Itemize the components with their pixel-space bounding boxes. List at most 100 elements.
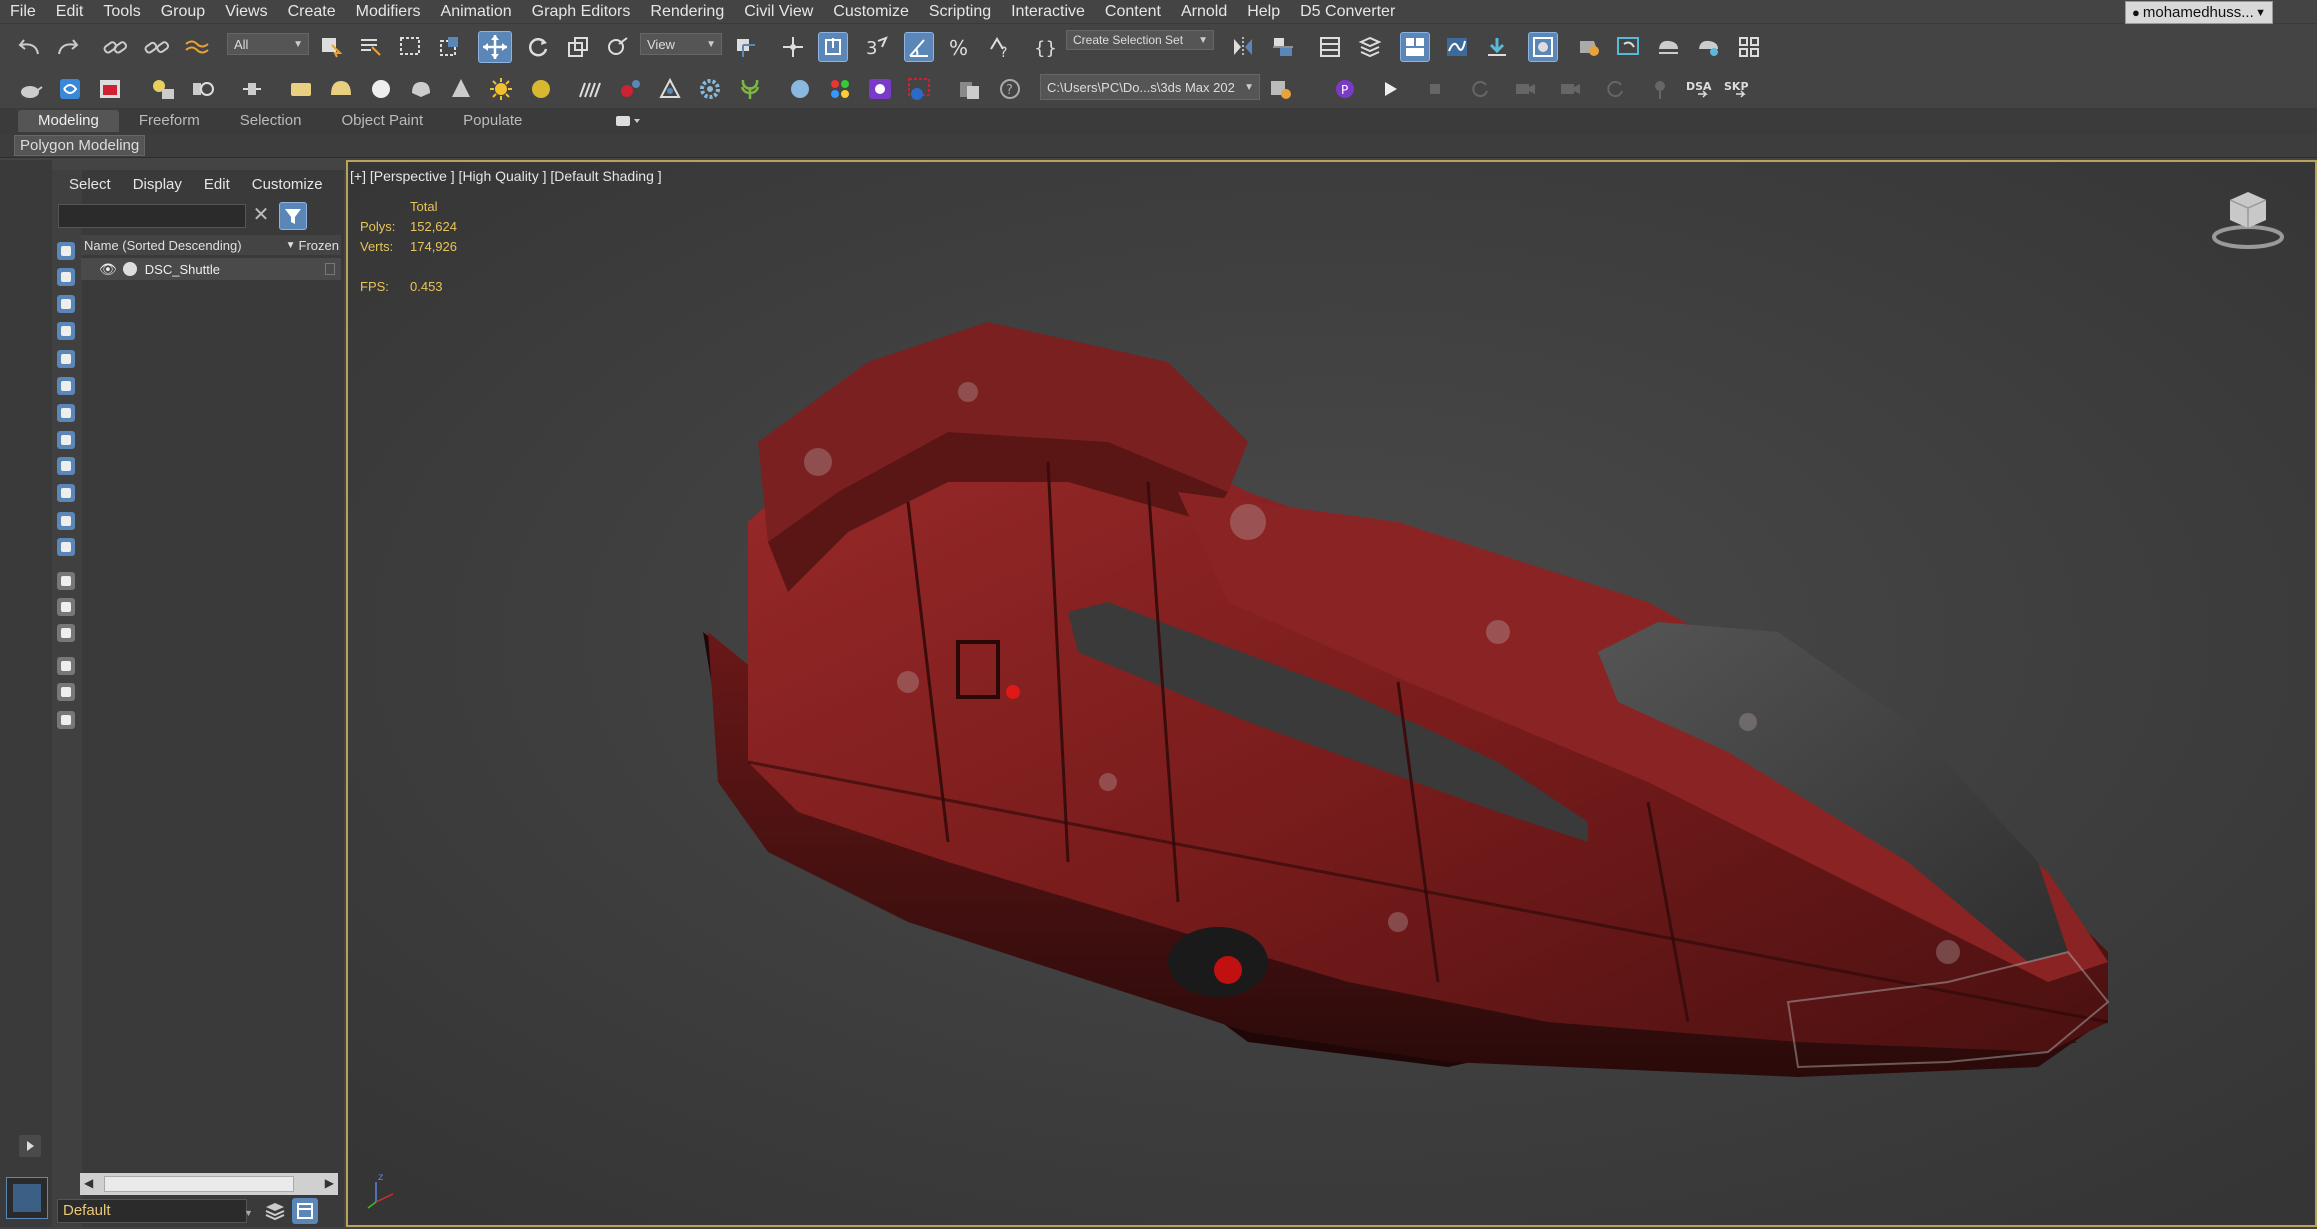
toggle-ribbon-icon[interactable]: [1400, 32, 1430, 62]
viewport-layout-icon[interactable]: [6, 1177, 48, 1219]
polygon-modeling-button[interactable]: Polygon Modeling: [14, 135, 146, 156]
expand-panel-button[interactable]: [19, 1135, 41, 1157]
sky-light-icon[interactable]: [526, 74, 556, 104]
selection-filter-dropdown[interactable]: All ▼: [227, 33, 309, 55]
sun-light-icon[interactable]: [486, 74, 516, 104]
ribbon-options-dropdown[interactable]: [614, 112, 644, 130]
gear-icon[interactable]: [695, 74, 725, 104]
toggle-scene-explorer-icon[interactable]: [1315, 32, 1345, 62]
frozen-toggle-icon[interactable]: [325, 263, 335, 275]
menu-item-views[interactable]: Views: [215, 3, 277, 21]
render-region-icon[interactable]: [905, 74, 935, 104]
chevron-down-icon[interactable]: ▼: [286, 240, 296, 251]
window-crossing-icon[interactable]: [435, 32, 465, 62]
display-cameras-icon[interactable]: [57, 322, 75, 340]
display-shapes-icon[interactable]: [57, 268, 75, 286]
menu-item-interactive[interactable]: Interactive: [1001, 3, 1095, 21]
display-xrefs-icon[interactable]: [57, 431, 75, 449]
particles-icon[interactable]: [615, 74, 645, 104]
select-by-name-icon[interactable]: [355, 32, 385, 62]
menu-item-d5-converter[interactable]: D5 Converter: [1290, 3, 1405, 21]
menu-item-arnold[interactable]: Arnold: [1171, 3, 1237, 21]
project-folder-icon[interactable]: [955, 74, 985, 104]
menu-item-customize[interactable]: Customize: [823, 3, 919, 21]
scrollbar-thumb[interactable]: [104, 1176, 294, 1192]
user-account-dropdown[interactable]: ● mohamedhuss... ▼: [2125, 1, 2273, 24]
scene-search-input[interactable]: [58, 204, 246, 228]
display-helpers-icon[interactable]: [57, 350, 75, 368]
select-and-place-icon[interactable]: [602, 32, 632, 62]
sphere-primitive-icon[interactable]: [366, 74, 396, 104]
ribbon-tab-populate[interactable]: Populate: [443, 110, 542, 132]
menu-item-create[interactable]: Create: [278, 3, 346, 21]
rectangular-selection-icon[interactable]: [395, 32, 425, 62]
unlink-icon[interactable]: [141, 32, 171, 62]
menu-item-tools[interactable]: Tools: [93, 3, 150, 21]
scroll-left-icon[interactable]: ◀: [84, 1176, 93, 1190]
active-layer-dropdown[interactable]: Default: [57, 1199, 247, 1223]
select-and-scale-icon[interactable]: [563, 32, 593, 62]
angle-snap-toggle-icon[interactable]: [904, 32, 934, 62]
display-frozen-icon[interactable]: [57, 572, 75, 590]
find-filter-icon[interactable]: [57, 683, 75, 701]
redo-icon[interactable]: [52, 32, 82, 62]
physics-icon[interactable]: [655, 74, 685, 104]
plane-primitive-icon[interactable]: [286, 74, 316, 104]
scene-menu-select[interactable]: Select: [58, 176, 122, 193]
ribbon-tab-selection[interactable]: Selection: [220, 110, 322, 132]
project-settings-icon[interactable]: [1266, 74, 1296, 104]
modifier-stack-icon[interactable]: [237, 74, 267, 104]
scroll-right-icon[interactable]: ▶: [325, 1176, 334, 1190]
arnold-plugin-icon[interactable]: P: [1330, 74, 1360, 104]
render-toggle-icon[interactable]: [122, 262, 137, 276]
display-geometry-icon[interactable]: [57, 242, 75, 260]
mirror-icon[interactable]: [1228, 32, 1258, 62]
frozen-column-header[interactable]: Frozen: [299, 238, 339, 253]
scene-menu-customize[interactable]: Customize: [241, 176, 334, 193]
layers-icon[interactable]: [262, 1198, 288, 1224]
foliage-icon[interactable]: [735, 74, 765, 104]
display-hidden-icon[interactable]: [57, 538, 75, 556]
menu-item-graph-editors[interactable]: Graph Editors: [522, 3, 641, 21]
scene-menu-display[interactable]: Display: [122, 176, 193, 193]
menu-item-modifiers[interactable]: Modifiers: [346, 3, 431, 21]
material-slate-icon[interactable]: [865, 74, 895, 104]
help-icon[interactable]: ?: [995, 74, 1025, 104]
render-frame-icon[interactable]: [95, 74, 125, 104]
menu-item-group[interactable]: Group: [151, 3, 215, 21]
schematic-view-icon[interactable]: [1482, 32, 1512, 62]
bind-space-warp-icon[interactable]: [182, 32, 212, 62]
display-none-icon[interactable]: [57, 624, 75, 642]
create-selection-set-dropdown[interactable]: Create Selection Set ▼: [1066, 30, 1214, 50]
chevron-down-icon[interactable]: ▼: [244, 1208, 253, 1218]
hemisphere-primitive-icon[interactable]: [326, 74, 356, 104]
color-palette-icon[interactable]: [825, 74, 855, 104]
ribbon-tab-object-paint[interactable]: Object Paint: [321, 110, 443, 132]
link-icon[interactable]: [100, 32, 130, 62]
use-pivot-center-icon[interactable]: [730, 32, 760, 62]
light-settings-icon[interactable]: [188, 74, 218, 104]
display-spacewarps-icon[interactable]: [57, 377, 75, 395]
undo-icon[interactable]: [15, 32, 45, 62]
ribbon-tab-freeform[interactable]: Freeform: [119, 110, 220, 132]
render-production-icon[interactable]: [1654, 32, 1684, 62]
skp-export-button[interactable]: SKP: [1721, 74, 1757, 104]
perspective-viewport[interactable]: z: [346, 160, 2317, 1227]
dsa-export-button[interactable]: DSA: [1683, 74, 1719, 104]
eye-visibility-icon[interactable]: 👁: [99, 261, 117, 278]
render-shortcuts-icon[interactable]: [1734, 32, 1764, 62]
teapot-icon[interactable]: [15, 74, 45, 104]
helmet-primitive-icon[interactable]: [406, 74, 436, 104]
project-path-dropdown[interactable]: C:\Users\PC\Do...s\3ds Max 202 ▼: [1040, 74, 1260, 100]
snaps-toggle-icon[interactable]: 3: [862, 32, 892, 62]
display-particles-icon[interactable]: [57, 512, 75, 530]
clear-search-icon[interactable]: ✕: [250, 204, 272, 228]
material-editor-icon[interactable]: [1528, 32, 1558, 62]
menu-item-content[interactable]: Content: [1095, 3, 1171, 21]
reference-coordinate-dropdown[interactable]: View ▼: [640, 33, 722, 55]
menu-item-civil-view[interactable]: Civil View: [734, 3, 823, 21]
menu-item-edit[interactable]: Edit: [46, 3, 94, 21]
render-in-cloud-icon[interactable]: [1694, 32, 1724, 62]
select-object-icon[interactable]: [316, 32, 346, 62]
menu-item-scripting[interactable]: Scripting: [919, 3, 1001, 21]
